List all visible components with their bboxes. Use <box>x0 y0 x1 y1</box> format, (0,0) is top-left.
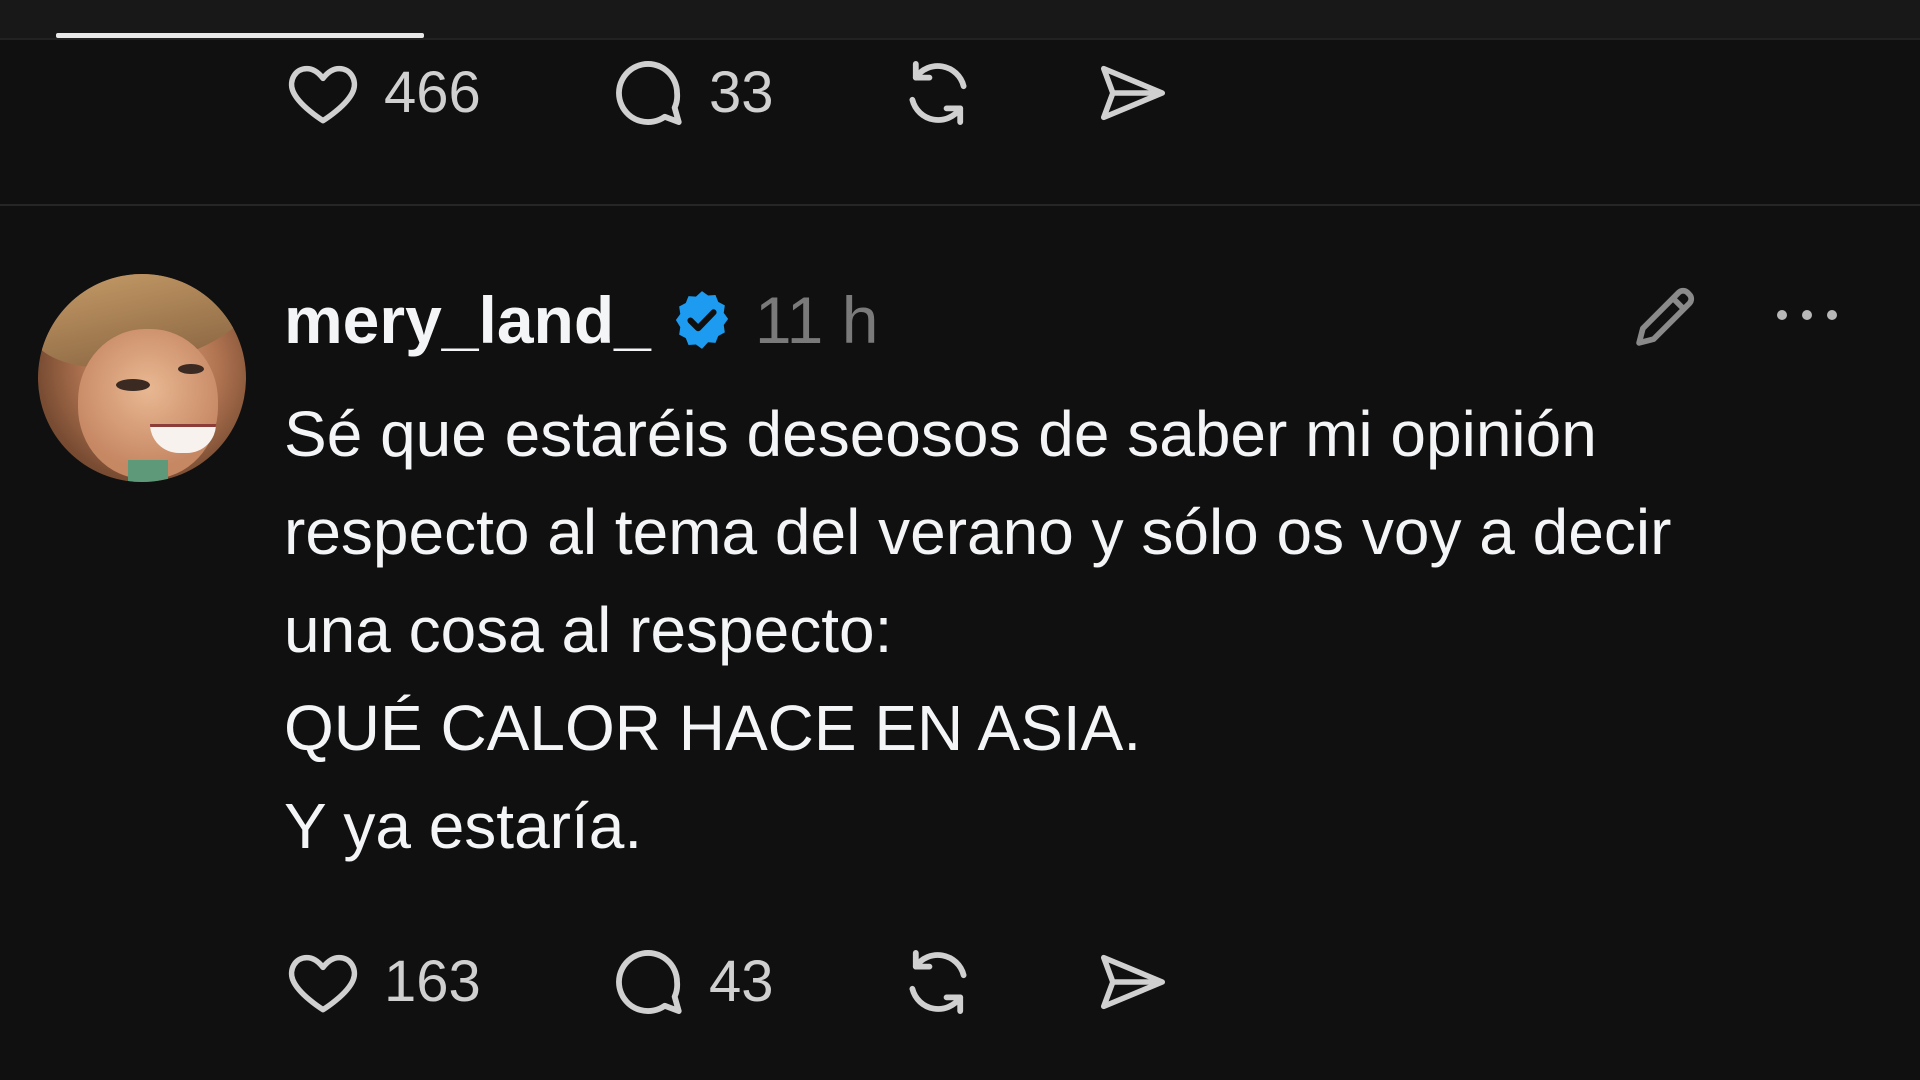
repost-icon <box>909 950 967 1014</box>
avatar[interactable] <box>38 274 246 482</box>
more-options-button[interactable] <box>1772 300 1842 335</box>
active-tab-indicator <box>56 33 424 38</box>
share-button[interactable] <box>1092 54 1174 132</box>
verified-badge-icon <box>675 291 728 349</box>
like-count: 163 <box>384 949 481 1014</box>
heart-icon <box>288 954 358 1013</box>
pencil-icon <box>1636 287 1695 346</box>
like-button[interactable]: 163 <box>282 943 607 1021</box>
heart-icon <box>288 65 358 124</box>
post-text-line: una cosa al respecto: <box>284 594 893 666</box>
repost-button[interactable] <box>897 941 1092 1023</box>
post-text-line: respecto al tema del verano y sólo os vo… <box>284 496 1672 568</box>
edit-button[interactable] <box>1628 278 1704 359</box>
previous-post-actions: 466 33 <box>282 48 1174 138</box>
post-header: mery_land_ 11 h <box>284 278 878 362</box>
top-bar <box>0 0 1920 40</box>
more-dots-icon <box>1777 310 1837 320</box>
reply-count: 43 <box>709 949 774 1014</box>
comment-bubble-icon <box>616 61 682 125</box>
repost-button[interactable] <box>897 52 1092 134</box>
post-text: Sé que estaréis deseosos de saber mi opi… <box>284 385 1884 875</box>
post-text-line: Y ya estaría. <box>284 790 643 862</box>
post-timestamp: 11 h <box>754 283 879 357</box>
send-icon <box>1100 65 1166 121</box>
like-button[interactable]: 466 <box>282 54 607 132</box>
repost-icon <box>909 61 967 125</box>
username[interactable]: mery_land_ <box>284 287 651 353</box>
send-icon <box>1100 954 1166 1010</box>
comment-bubble-icon <box>616 950 682 1014</box>
post-text-line: Sé que estaréis deseosos de saber mi opi… <box>284 398 1597 470</box>
post-text-line: QUÉ CALOR HACE EN ASIA. <box>284 692 1142 764</box>
reply-button[interactable]: 43 <box>607 941 897 1023</box>
like-count: 466 <box>384 60 481 125</box>
reply-count: 33 <box>709 60 774 125</box>
share-button[interactable] <box>1092 943 1174 1021</box>
reply-button[interactable]: 33 <box>607 52 897 134</box>
post-actions: 163 43 <box>282 937 1174 1027</box>
post-divider <box>0 204 1920 206</box>
